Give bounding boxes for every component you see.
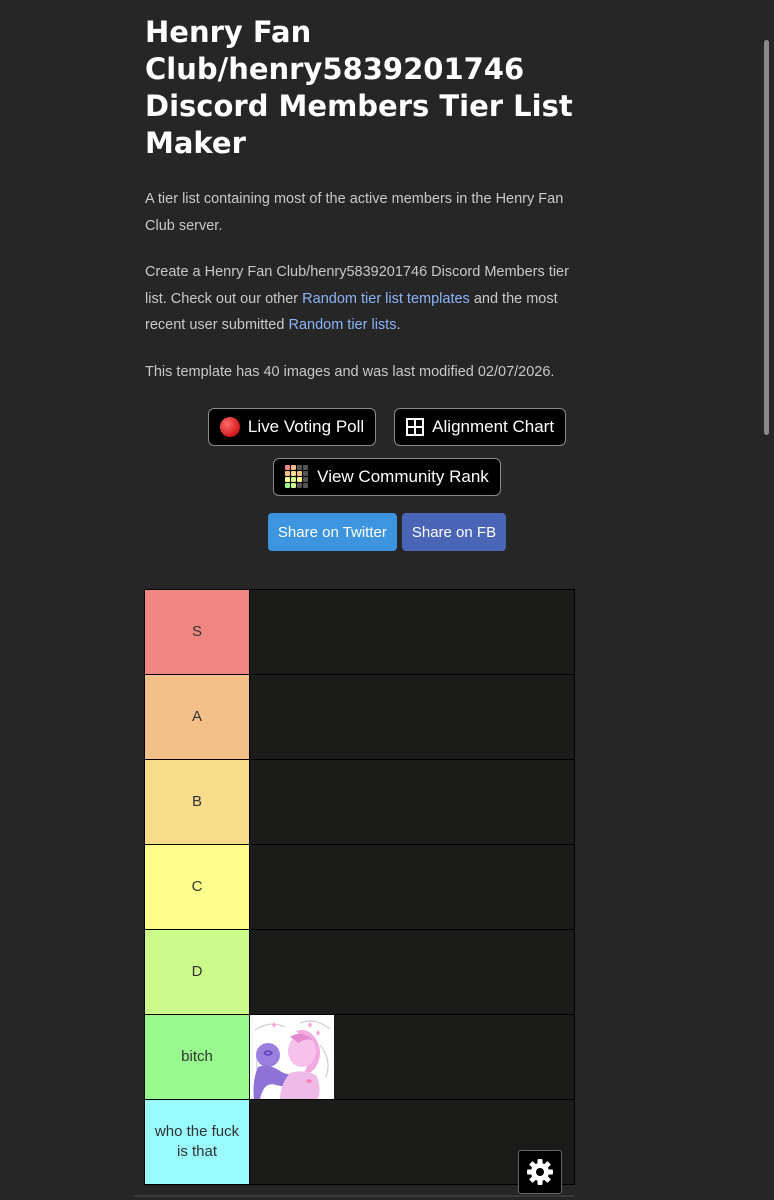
tier-row: A	[145, 675, 574, 760]
main-content: Henry Fan Club/henry5839201746 Discord M…	[145, 14, 575, 385]
settings-button[interactable]	[518, 1150, 562, 1194]
tier-label[interactable]: C	[145, 845, 250, 929]
gear-icon	[527, 1159, 553, 1185]
view-community-rank-button[interactable]: View Community Rank	[273, 458, 501, 496]
tier-label[interactable]: D	[145, 930, 250, 1014]
tier-label[interactable]: who the fuck is that	[145, 1100, 250, 1184]
tier-label[interactable]: A	[145, 675, 250, 759]
grid-icon	[406, 418, 425, 436]
red-circle-icon	[219, 417, 240, 437]
tier-row: bitch	[145, 1015, 574, 1100]
tier-list: S A B C D bitch who the fuck is that	[144, 589, 575, 1185]
community-row: View Community Rank	[0, 458, 774, 496]
template-info: This template has 40 images and was last…	[145, 363, 555, 380]
scrollbar[interactable]	[764, 40, 769, 435]
tier-row: D	[145, 930, 574, 1015]
random-templates-link[interactable]: Random tier list templates	[302, 291, 470, 307]
tier-items-dropzone[interactable]	[250, 760, 574, 844]
tier-items-dropzone[interactable]	[250, 930, 574, 1014]
page: Henry Fan Club/henry5839201746 Discord M…	[0, 0, 774, 1200]
tier-label[interactable]: B	[145, 760, 250, 844]
random-tier-lists-link[interactable]: Random tier lists	[288, 317, 396, 333]
share-row: Share on Twitter Share on FB	[0, 513, 774, 551]
tier-label[interactable]: bitch	[145, 1015, 250, 1099]
action-row: Live Voting Poll Alignment Chart	[0, 408, 774, 446]
tier-row: S	[145, 590, 574, 675]
member-image[interactable]	[250, 1015, 334, 1099]
create-paragraph: Create a Henry Fan Club/henry5839201746 …	[145, 259, 575, 339]
tier-row: who the fuck is that	[145, 1100, 574, 1185]
share-twitter-button[interactable]: Share on Twitter	[267, 513, 397, 551]
tier-row: B	[145, 760, 574, 845]
create-text-3: .	[396, 317, 401, 333]
tier-items-dropzone[interactable]	[250, 675, 574, 759]
rank-grid-icon	[285, 465, 309, 489]
live-voting-poll-button[interactable]: Live Voting Poll	[207, 408, 377, 446]
alignment-chart-button[interactable]: Alignment Chart	[394, 408, 567, 446]
share-fb-button[interactable]: Share on FB	[401, 513, 507, 551]
view-community-rank-label: View Community Rank	[317, 467, 489, 486]
tier-items-dropzone[interactable]	[250, 845, 574, 929]
tier-label[interactable]: S	[145, 590, 250, 674]
divider	[134, 1195, 574, 1197]
description: A tier list containing most of the activ…	[145, 191, 564, 234]
page-title: Henry Fan Club/henry5839201746 Discord M…	[145, 15, 573, 160]
alignment-chart-label: Alignment Chart	[432, 417, 555, 436]
live-voting-poll-label: Live Voting Poll	[247, 417, 365, 436]
tier-items-dropzone[interactable]	[250, 1015, 574, 1099]
tier-items-dropzone[interactable]	[250, 590, 574, 674]
tier-row: C	[145, 845, 574, 930]
